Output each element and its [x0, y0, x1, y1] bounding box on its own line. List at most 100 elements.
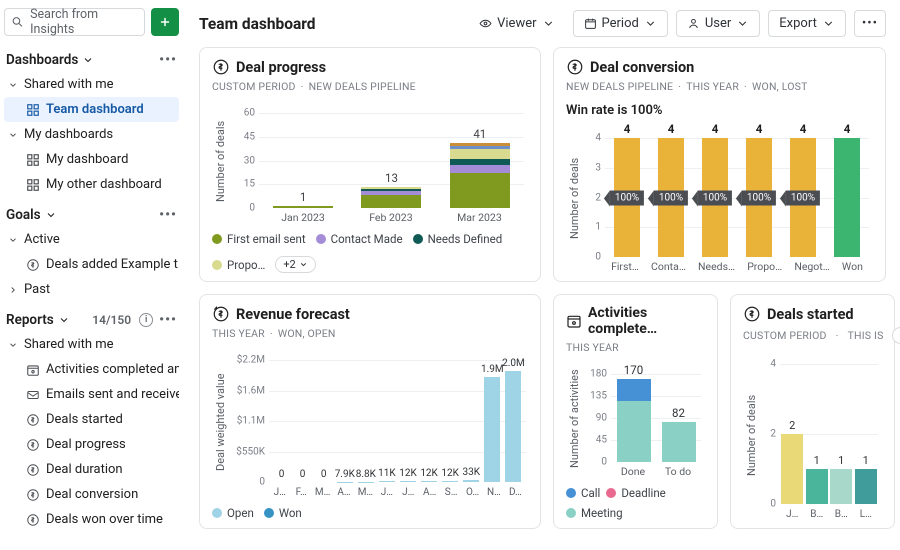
sidebar-item-my-dashboard[interactable]: My dashboard	[4, 147, 179, 172]
plus-icon	[158, 15, 172, 29]
ctrl-label: User	[705, 16, 731, 31]
legend-label: Contact Made	[331, 232, 403, 246]
card-subtitle: THIS YEAR	[566, 341, 705, 354]
sidebar-item-report[interactable]: Deal conversion	[4, 482, 179, 507]
sidebar-item-label: Activities completed an…	[46, 362, 179, 377]
sidebar-item-label: Deal conversion	[46, 487, 138, 502]
y-axis-label: Number of deals	[566, 124, 583, 273]
chevron-down-icon	[644, 17, 657, 30]
sidebar-item-label: Deals added Example t…	[46, 257, 179, 272]
dashboard-icon	[26, 103, 40, 117]
subtitle-more-button[interactable]: +1	[892, 327, 900, 344]
user-dropdown[interactable]: User	[676, 10, 760, 37]
legend-more-button[interactable]: +2	[275, 256, 315, 273]
sidebar-item-shared-reports[interactable]: Shared with me	[4, 332, 179, 357]
user-icon	[687, 17, 700, 30]
chevron-down-icon	[82, 54, 94, 66]
sidebar-item-report[interactable]: Deal progress	[4, 432, 179, 457]
card-deals-started[interactable]: Deals started CUSTOM PERIODTHIS IS +1 Nu…	[730, 294, 895, 529]
eye-icon	[479, 17, 492, 30]
sidebar-item-label: Emails sent and received	[46, 387, 179, 402]
legend-label: Open	[227, 506, 254, 520]
add-button[interactable]	[151, 8, 179, 36]
currency-icon	[26, 463, 40, 477]
y-axis-label: Number of deals	[743, 350, 760, 520]
more-icon[interactable]: •••	[159, 312, 177, 328]
period-dropdown[interactable]: Period	[573, 10, 668, 37]
section-reports-header[interactable]: Reports 14/150 i •••	[4, 308, 179, 332]
currency-icon	[743, 305, 761, 323]
chart-plot-area: 0459013518017082DoneTo do	[607, 360, 705, 478]
currency-arrow-icon	[212, 305, 230, 323]
chevron-down-icon	[736, 17, 749, 30]
sidebar-item-my-dashboards[interactable]: My dashboards	[4, 122, 179, 147]
chevron-down-icon	[58, 314, 70, 326]
dashboard-icon	[26, 178, 40, 192]
info-icon[interactable]: i	[139, 313, 153, 327]
sidebar-item-report[interactable]: Deals started	[4, 407, 179, 432]
card-deal-conversion[interactable]: Deal conversion NEW DEALS PIPELINETHIS Y…	[553, 47, 886, 282]
currency-icon	[212, 58, 230, 76]
legend-label: Deadline	[621, 486, 665, 500]
chevron-down-icon	[8, 340, 18, 350]
sidebar-item-past-goals[interactable]: Past	[4, 277, 179, 302]
section-goals-header[interactable]: Goals •••	[4, 203, 179, 227]
search-icon	[11, 15, 24, 29]
chart-plot-area: 0$550K$1.1M$1.6M$2.2M0007.9K8.8K11K12K12…	[267, 346, 528, 498]
sidebar-item-label: Past	[24, 282, 50, 297]
sidebar-item-deals-added-goal[interactable]: Deals added Example t…	[4, 252, 179, 277]
more-icon[interactable]: •••	[159, 207, 177, 223]
more-button[interactable]: •••	[854, 10, 886, 37]
card-subtitle: THIS YEARWON, OPEN	[212, 327, 528, 340]
sidebar-item-shared-dashboards[interactable]: Shared with me	[4, 72, 179, 97]
chart-plot-area: 01234100%4100%4100%4100%4100%44First…Con…	[601, 124, 873, 273]
chevron-down-icon	[8, 235, 18, 245]
currency-icon	[26, 438, 40, 452]
export-dropdown[interactable]: Export	[768, 10, 846, 37]
sidebar-item-report[interactable]: Activities completed an…	[4, 357, 179, 382]
y-axis-label: Deal weighted value	[212, 346, 229, 498]
chevron-down-icon	[8, 80, 18, 90]
mail-icon	[26, 388, 40, 402]
card-deal-progress[interactable]: Deal progress CUSTOM PERIODNEW DEALS PIP…	[199, 47, 541, 282]
chart-legend: First email sent Contact Made Needs Defi…	[212, 232, 528, 273]
sidebar-item-report[interactable]: Emails sent and received	[4, 382, 179, 407]
sidebar-item-report[interactable]: Deal duration	[4, 457, 179, 482]
sidebar-item-my-other-dashboard[interactable]: My other dashboard	[4, 172, 179, 197]
card-title: Activities complete…	[588, 305, 705, 337]
legend-label: Meeting	[581, 506, 623, 520]
page-title: Team dashboard	[199, 15, 316, 33]
sidebar-item-team-dashboard[interactable]: Team dashboard	[4, 97, 179, 122]
section-dashboards-header[interactable]: Dashboards •••	[4, 48, 179, 72]
card-revenue-forecast[interactable]: Revenue forecast THIS YEARWON, OPEN Deal…	[199, 294, 541, 529]
viewer-dropdown[interactable]: Viewer	[469, 11, 564, 36]
calendar-icon	[26, 363, 40, 377]
legend-label: Propo…	[227, 258, 265, 272]
sidebar-item-active-goals[interactable]: Active	[4, 227, 179, 252]
chart-plot-area: 01530456011341Jan 2023Feb 2023Mar 2023	[255, 99, 528, 224]
ctrl-label: Viewer	[497, 16, 536, 31]
card-subtitle: NEW DEALS PIPELINETHIS YEARWON, LOST	[566, 80, 873, 93]
chevron-down-icon	[299, 260, 308, 269]
legend-label: Call	[581, 486, 600, 500]
sidebar-item-label: Deal progress	[46, 437, 126, 452]
sidebar-item-label: Deal duration	[46, 462, 123, 477]
dashboard-icon	[26, 153, 40, 167]
ctrl-label: Export	[779, 16, 817, 31]
chart-legend: Open Won	[212, 506, 528, 520]
sidebar-item-report[interactable]: Deals won over time	[4, 507, 179, 532]
card-title: Revenue forecast	[236, 306, 350, 323]
main-content: Team dashboard Viewer Period User Export	[185, 0, 900, 550]
more-icon[interactable]: •••	[159, 52, 177, 68]
search-input[interactable]: Search from Insights	[4, 8, 145, 36]
chart-legend: Call Deadline Meeting	[566, 486, 705, 520]
chevron-down-icon	[822, 17, 835, 30]
currency-icon	[26, 513, 40, 527]
sidebar-item-label: Active	[24, 232, 60, 247]
chevron-down-icon	[8, 130, 18, 140]
card-activities-completed[interactable]: Activities complete… THIS YEAR Number of…	[553, 294, 718, 529]
calendar-icon	[566, 312, 582, 330]
ctrl-label: Period	[602, 16, 639, 31]
sidebar-item-label: My other dashboard	[46, 177, 162, 192]
sidebar-item-label: Deals won over time	[46, 512, 163, 527]
